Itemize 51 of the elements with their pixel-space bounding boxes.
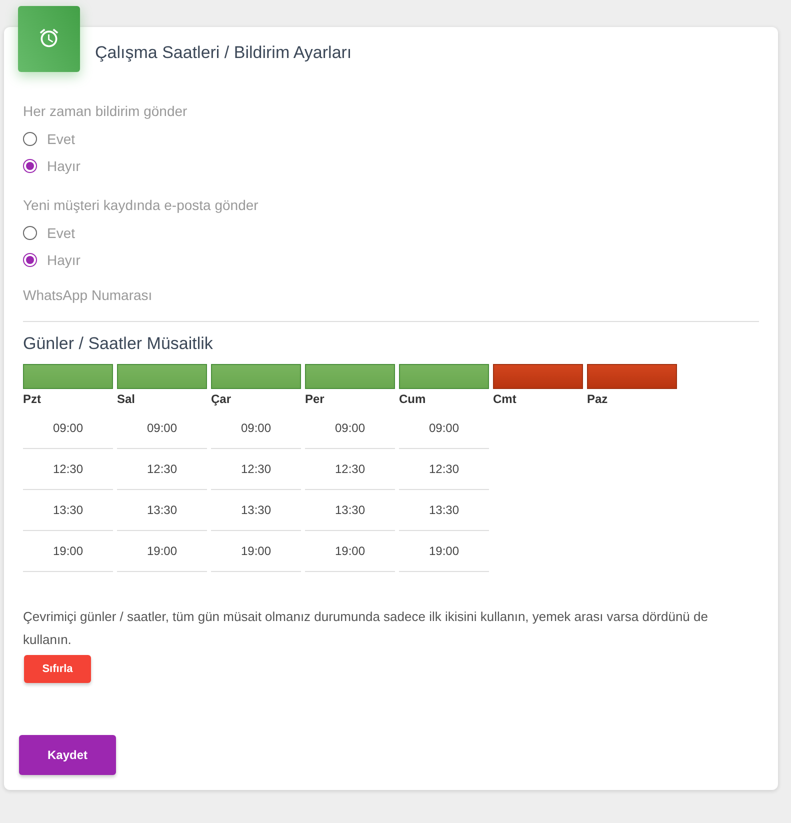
day-label: Cum — [399, 392, 427, 408]
day-toggle[interactable] — [305, 364, 395, 389]
radio-label: Hayır — [47, 252, 80, 268]
radio-label: Hayır — [47, 158, 80, 174]
day-toggle[interactable] — [493, 364, 583, 389]
day-label: Pzt — [23, 392, 42, 408]
day-label: Cmt — [493, 392, 518, 408]
time-field[interactable]: 19:00 — [305, 531, 395, 572]
radio-button[interactable] — [23, 132, 37, 146]
time-field[interactable]: 09:00 — [305, 408, 395, 449]
time-field[interactable]: 13:30 — [23, 490, 113, 531]
day-label: Çar — [211, 392, 232, 408]
radio-button[interactable] — [23, 226, 37, 240]
day-toggle[interactable] — [23, 364, 113, 389]
save-button[interactable]: Kaydet — [19, 735, 116, 775]
radio-button[interactable] — [23, 159, 37, 173]
time-field[interactable]: 13:30 — [117, 490, 207, 531]
alarm-clock-icon — [38, 27, 60, 49]
day-toggle[interactable] — [399, 364, 489, 389]
radio-button[interactable] — [23, 253, 37, 267]
time-field[interactable]: 13:30 — [305, 490, 395, 531]
time-field[interactable]: 13:30 — [211, 490, 301, 531]
time-field[interactable]: 09:00 — [23, 408, 113, 449]
card-title: Çalışma Saatleri / Bildirim Ayarları — [95, 42, 353, 64]
radio-label: Evet — [47, 225, 76, 241]
time-field[interactable]: 19:00 — [399, 531, 489, 572]
help-text: Çevrimiçi günler / saatler, tüm gün müsait olmanız durumunda sadece ilk ikisini kullanın, yemek arası varsa dördünü de kullanın. — [23, 608, 709, 649]
time-field[interactable]: 13:30 — [399, 490, 489, 531]
day-label: Paz — [587, 392, 609, 408]
time-field[interactable]: 12:30 — [23, 449, 113, 490]
day-toggle[interactable] — [211, 364, 301, 389]
time-field[interactable]: 09:00 — [211, 408, 301, 449]
day-toggle[interactable] — [587, 364, 677, 389]
day-label: Per — [305, 392, 326, 408]
time-field[interactable]: 12:30 — [117, 449, 207, 490]
setting-label: Her zaman bildirim gönder — [23, 103, 188, 119]
time-field[interactable]: 12:30 — [211, 449, 301, 490]
day-toggle[interactable] — [117, 364, 207, 389]
time-field[interactable]: 12:30 — [305, 449, 395, 490]
day-label: Sal — [117, 392, 136, 408]
time-field[interactable]: 19:00 — [23, 531, 113, 572]
field-label: WhatsApp Numarası — [23, 287, 154, 303]
time-field[interactable]: 09:00 — [399, 408, 489, 449]
time-field[interactable]: 09:00 — [117, 408, 207, 449]
time-field[interactable]: 19:00 — [117, 531, 207, 572]
setting-label: Yeni müşteri kaydında e-posta gönder — [23, 197, 260, 213]
reset-button[interactable]: Sıfırla — [24, 655, 91, 683]
time-field[interactable]: 12:30 — [399, 449, 489, 490]
radio-label: Evet — [47, 131, 76, 147]
section-title: Günler / Saatler Müsaitlik — [23, 334, 214, 354]
time-field[interactable]: 19:00 — [211, 531, 301, 572]
